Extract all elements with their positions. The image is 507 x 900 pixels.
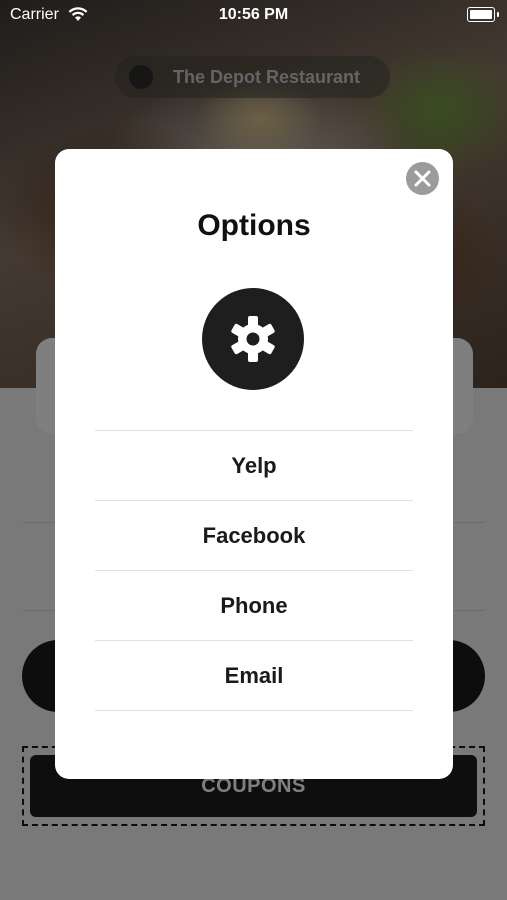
status-bar: Carrier 10:56 PM — [0, 0, 507, 30]
options-modal: Options Yelp Facebook Phone Email — [55, 149, 453, 779]
settings-badge — [202, 288, 304, 390]
gear-icon — [231, 316, 275, 362]
options-list: Yelp Facebook Phone Email — [95, 430, 413, 711]
option-email[interactable]: Email — [95, 640, 413, 711]
close-icon — [414, 170, 431, 187]
battery-icon — [467, 7, 499, 22]
close-button[interactable] — [406, 162, 439, 195]
option-facebook[interactable]: Facebook — [95, 500, 413, 570]
option-yelp[interactable]: Yelp — [95, 430, 413, 500]
modal-title: Options — [197, 209, 311, 242]
option-phone[interactable]: Phone — [95, 570, 413, 640]
status-time: 10:56 PM — [218, 6, 289, 23]
